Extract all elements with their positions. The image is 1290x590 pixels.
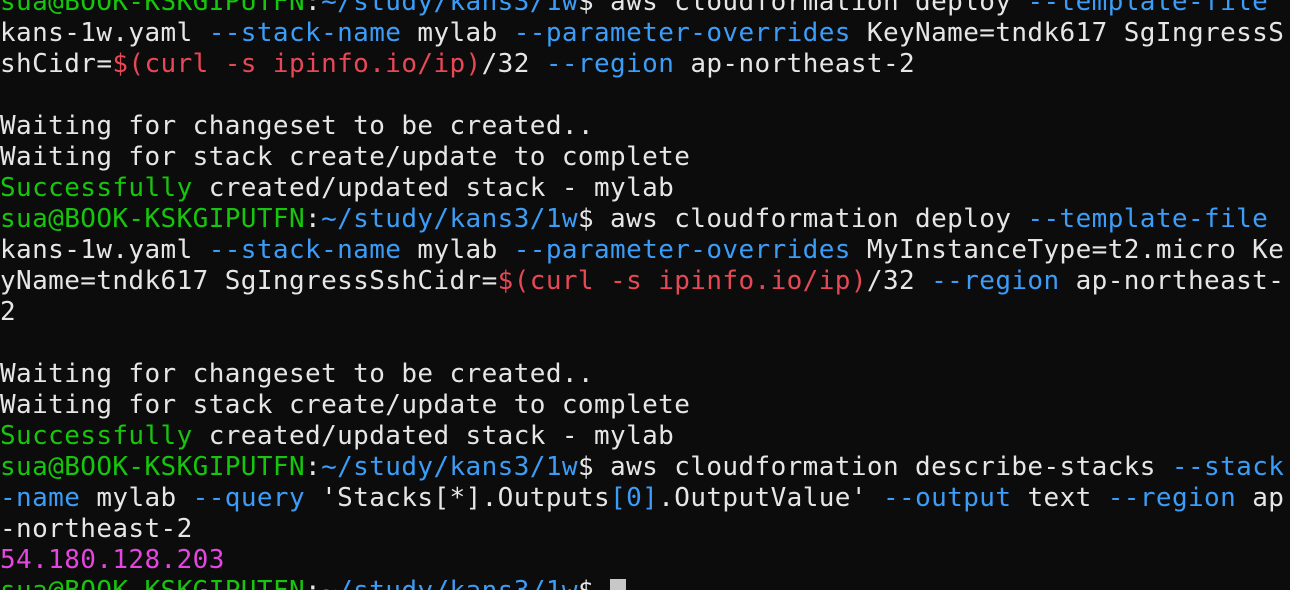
terminal-line: yName=tndk617 SgIngressSshCidr=$(curl -s… bbox=[0, 266, 1290, 297]
terminal-text-segment: kans-1w.yaml bbox=[0, 18, 209, 48]
terminal-text-segment: Successfully bbox=[0, 173, 193, 203]
terminal-text-segment: --parameter-overrides bbox=[513, 235, 851, 265]
terminal-text-segment: yName=tndk617 SgIngressSshCidr= bbox=[0, 266, 498, 296]
terminal-text-segment: 'Stacks[*].Outputs bbox=[305, 483, 611, 513]
terminal-output: sua@BOOK-KSKGIPUTFN:~/study/kans3/1w$ aw… bbox=[0, 0, 1290, 590]
terminal-text-segment: ap-northeast- bbox=[1059, 266, 1285, 296]
terminal-text-segment: /32 bbox=[866, 266, 932, 296]
terminal-line: Waiting for changeset to be created.. bbox=[0, 111, 1290, 142]
terminal-text-segment: : bbox=[305, 576, 321, 590]
terminal-text-segment: shCidr= bbox=[0, 49, 113, 79]
terminal-text-segment: --template-file bbox=[1027, 0, 1269, 17]
terminal-text-segment: mylab bbox=[401, 235, 514, 265]
terminal-text-segment: sua@BOOK-KSKGIPUTFN bbox=[0, 0, 306, 17]
terminal-text-segment: : bbox=[305, 452, 322, 482]
terminal-text-segment: $ aws cloudformation deploy bbox=[577, 0, 1028, 17]
terminal-text-segment: $(curl -s ipinfo.io/ip) bbox=[497, 266, 867, 296]
terminal-text-segment: mylab bbox=[401, 18, 514, 48]
terminal-text-segment: : bbox=[305, 204, 322, 234]
terminal-text-segment: --query bbox=[192, 483, 306, 513]
terminal-line: -name mylab --query 'Stacks[*].Outputs[0… bbox=[0, 483, 1290, 514]
terminal-text-segment: $ aws cloudformation describe-stacks bbox=[577, 452, 1172, 482]
terminal-line: sua@BOOK-KSKGIPUTFN:~/study/kans3/1w$ bbox=[0, 576, 1290, 590]
terminal-text-segment: --region bbox=[545, 49, 675, 79]
terminal-text-segment: /32 bbox=[481, 49, 546, 79]
terminal-line: -northeast-2 bbox=[0, 514, 1290, 545]
terminal-text-segment: $ aws cloudformation deploy bbox=[577, 204, 1028, 234]
terminal-text-segment: ~/study/kans3/1w bbox=[321, 576, 578, 590]
terminal-text-segment: --parameter-overrides bbox=[513, 18, 851, 48]
terminal-text-segment: sua@BOOK-KSKGIPUTFN bbox=[0, 204, 306, 234]
terminal-line: kans-1w.yaml --stack-name mylab --parame… bbox=[0, 18, 1290, 49]
terminal-text-segment: created/updated stack - mylab bbox=[192, 421, 675, 451]
terminal-text-segment: $ bbox=[578, 576, 610, 590]
terminal-text-segment: --output bbox=[882, 483, 1012, 513]
terminal-text-segment: --region bbox=[1107, 483, 1237, 513]
terminal-text-segment: ap bbox=[1236, 483, 1285, 513]
terminal-text-segment: --region bbox=[931, 266, 1060, 296]
terminal-text-segment: : bbox=[305, 0, 322, 17]
terminal-text-segment: Waiting for stack create/update to compl… bbox=[0, 390, 691, 420]
terminal-text-segment: Waiting for changeset to be created.. bbox=[0, 359, 594, 389]
terminal-text-segment: ~/study/kans3/1w bbox=[321, 452, 578, 482]
terminal-line: kans-1w.yaml --stack-name mylab --parame… bbox=[0, 235, 1290, 266]
terminal-line: sua@BOOK-KSKGIPUTFN:~/study/kans3/1w$ aw… bbox=[0, 452, 1290, 483]
terminal-text-segment: created/updated stack - mylab bbox=[192, 173, 675, 203]
terminal-text-segment: KeyName=tndk617 SgIngressS bbox=[850, 18, 1285, 48]
terminal-text-segment: --template-file bbox=[1027, 204, 1269, 234]
terminal-text-segment: -name bbox=[0, 483, 81, 513]
terminal-text-segment: 54.180.128.203 bbox=[0, 545, 225, 575]
terminal-text-segment: ~/study/kans3/1w bbox=[321, 0, 578, 17]
terminal-text-segment: ap-northeast-2 bbox=[674, 49, 916, 79]
terminal-text-segment: ~/study/kans3/1w bbox=[321, 204, 578, 234]
terminal-text-segment: --stack-name bbox=[208, 235, 402, 265]
terminal-text-segment: 2 bbox=[0, 297, 17, 327]
terminal-line: sua@BOOK-KSKGIPUTFN:~/study/kans3/1w$ aw… bbox=[0, 204, 1290, 235]
terminal-text-segment: Waiting for changeset to be created.. bbox=[0, 111, 594, 141]
terminal-line: Waiting for stack create/update to compl… bbox=[0, 142, 1290, 173]
terminal-text-segment: sua@BOOK-KSKGIPUTFN bbox=[0, 452, 306, 482]
terminal-text-segment: --stack-name bbox=[208, 18, 402, 48]
terminal-line: Waiting for stack create/update to compl… bbox=[0, 390, 1290, 421]
terminal-text-segment: --stack bbox=[1171, 452, 1285, 482]
terminal-text-segment: .OutputValue' bbox=[658, 483, 883, 513]
terminal-line: sua@BOOK-KSKGIPUTFN:~/study/kans3/1w$ aw… bbox=[0, 0, 1290, 18]
terminal-text-segment: MyInstanceType=t2.micro Ke bbox=[850, 235, 1285, 265]
terminal-line: shCidr=$(curl -s ipinfo.io/ip)/32 --regi… bbox=[0, 49, 1290, 80]
terminal-line: 2 bbox=[0, 297, 1290, 328]
terminal-text-segment: -northeast-2 bbox=[0, 514, 193, 544]
terminal-text-segment: Waiting for stack create/update to compl… bbox=[0, 142, 691, 172]
terminal-text-segment: sua@BOOK-KSKGIPUTFN bbox=[0, 576, 305, 590]
terminal-line: 54.180.128.203 bbox=[0, 545, 1290, 576]
terminal-text-segment: kans-1w.yaml bbox=[0, 235, 209, 265]
terminal-text-segment: text bbox=[1011, 483, 1108, 513]
terminal-line: Successfully created/updated stack - myl… bbox=[0, 173, 1290, 204]
terminal-text-segment: [0] bbox=[610, 483, 659, 513]
terminal-text-segment: $(curl -s ipinfo.io/ip) bbox=[112, 49, 482, 79]
terminal-text-segment: mylab bbox=[80, 483, 193, 513]
terminal-line: Waiting for changeset to be created.. bbox=[0, 359, 1290, 390]
terminal-text-segment: Successfully bbox=[0, 421, 193, 451]
terminal-window[interactable]: sua@BOOK-KSKGIPUTFN:~/study/kans3/1w$ aw… bbox=[0, 0, 1290, 590]
terminal-line: Successfully created/updated stack - myl… bbox=[0, 421, 1290, 452]
cursor-block bbox=[610, 579, 627, 590]
